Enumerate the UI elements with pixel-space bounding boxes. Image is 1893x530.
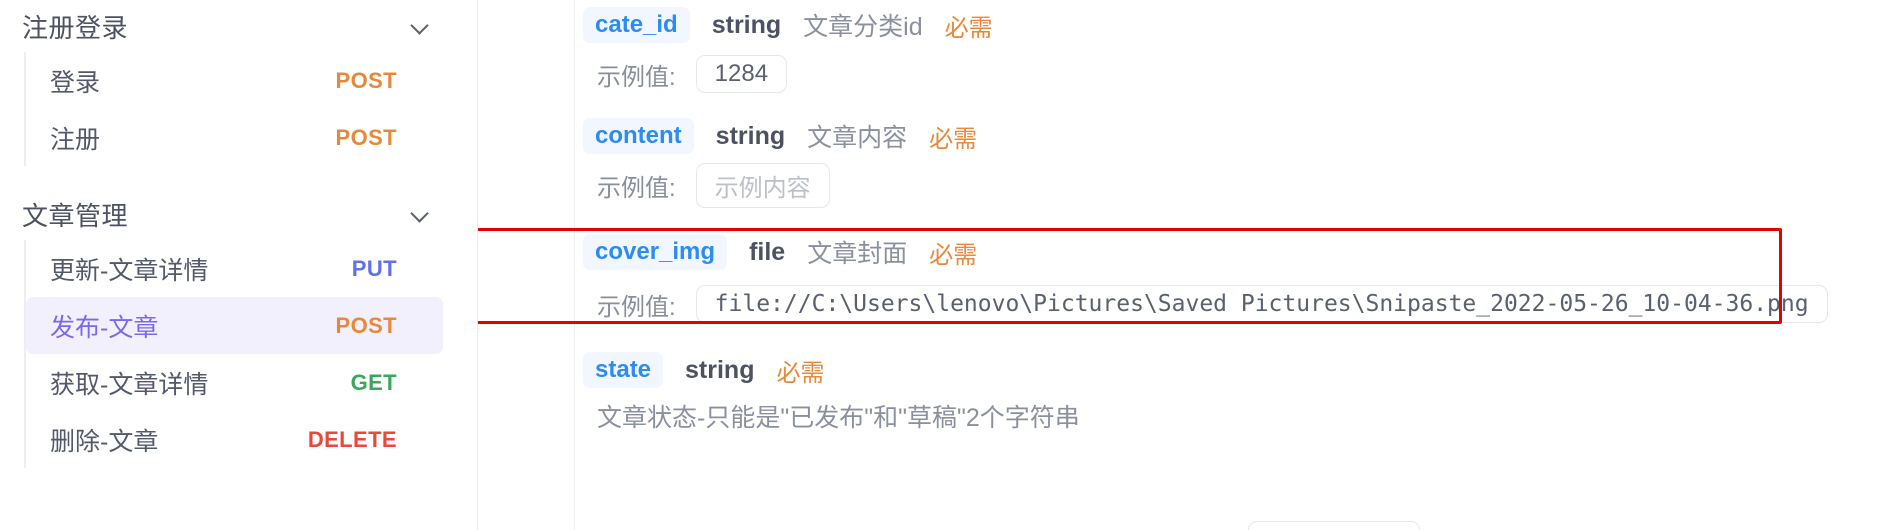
sidebar-item-label: 发布-文章	[50, 313, 159, 342]
http-method-badge: PUT	[351, 255, 397, 281]
parameter-description: 文章封面	[807, 240, 908, 268]
parameter-required-badge: 必需	[776, 359, 825, 387]
example-value-label: 示例值:	[597, 63, 676, 91]
sidebar-item-delete-article[interactable]: 删除-文章 DELETE	[26, 411, 443, 468]
nav-group-article-management: 文章管理 更新-文章详情 PUT 发布-文章 POST 获取-文章详情 GET …	[0, 188, 477, 468]
nav-group-header-register-login[interactable]: 注册登录	[0, 0, 477, 52]
nav-group-title: 注册登录	[22, 12, 129, 43]
example-value-label: 示例值:	[597, 174, 676, 202]
example-value-field-partial[interactable]	[1248, 521, 1420, 530]
http-method-badge: DELETE	[307, 426, 397, 452]
sidebar-item-label: 获取-文章详情	[50, 370, 209, 399]
parameter-type: string	[711, 10, 782, 39]
sidebar-item-login[interactable]: 登录 POST	[26, 52, 443, 109]
parameter-name-chip[interactable]: cate_id	[583, 7, 690, 43]
sidebar-item-label: 删除-文章	[50, 427, 159, 456]
parameter-list: cate_id string 文章分类id 必需 示例值: 1284 conte…	[575, 0, 1893, 441]
parameter-description: 文章分类id	[803, 13, 923, 41]
nav-group-title: 文章管理	[22, 200, 129, 231]
sidebar-item-label: 更新-文章详情	[50, 256, 209, 285]
parameter-name-chip[interactable]: state	[583, 352, 664, 388]
parameter-note: 文章状态-只能是"已发布"和"草稿"2个字符串	[597, 404, 1080, 432]
example-value-field[interactable]: 示例内容	[695, 162, 830, 208]
parameter-required-badge: 必需	[929, 125, 978, 153]
parameter-name-chip[interactable]: cover_img	[583, 234, 728, 270]
parameter-header: content string 文章内容 必需	[575, 111, 1893, 161]
nav-group-children-article-management: 更新-文章详情 PUT 发布-文章 POST 获取-文章详情 GET 删除-文章…	[24, 240, 477, 468]
parameter-example-row: 示例值: file://C:\Users\lenovo\Pictures\Sav…	[575, 279, 1893, 329]
http-method-badge: POST	[335, 67, 397, 93]
sidebar-item-update-article-detail[interactable]: 更新-文章详情 PUT	[26, 240, 443, 297]
sidebar-item-label: 注册	[50, 125, 101, 154]
parameter-type: string	[685, 355, 755, 384]
http-method-badge: POST	[335, 124, 397, 150]
example-value-label: 示例值:	[597, 293, 676, 321]
nav-group-header-article-management[interactable]: 文章管理	[0, 188, 477, 240]
parameter-header: cate_id string 文章分类id 必需	[575, 0, 1893, 50]
parameter-required-badge: 必需	[929, 241, 978, 269]
parameter-name-chip[interactable]: content	[583, 118, 694, 154]
sidebar-item-get-article-detail[interactable]: 获取-文章详情 GET	[26, 354, 443, 411]
api-doc-screen: 注册登录 登录 POST 注册 POST 文章管理 更新-文章详情 PUT 发布…	[0, 0, 1893, 530]
nav-group-children-register-login: 登录 POST 注册 POST	[24, 52, 477, 166]
parameter-description: 文章内容	[807, 124, 908, 152]
parameter-detail-panel: cate_id string 文章分类id 必需 示例值: 1284 conte…	[478, 0, 1893, 530]
http-method-badge: GET	[350, 369, 397, 395]
chevron-down-icon[interactable]	[411, 16, 431, 36]
sidebar-item-label: 登录	[50, 68, 101, 97]
example-value-field[interactable]: file://C:\Users\lenovo\Pictures\Saved Pi…	[695, 285, 1828, 323]
sidebar-item-register[interactable]: 注册 POST	[26, 109, 443, 166]
sidebar-item-publish-article[interactable]: 发布-文章 POST	[26, 297, 443, 354]
parameter-type: file	[749, 237, 786, 266]
parameter-row-cate-id: cate_id string 文章分类id 必需 示例值: 1284	[575, 0, 1893, 98]
parameter-header: cover_img file 文章封面 必需	[575, 225, 1893, 279]
parameter-row-state: state string 必需 文章状态-只能是"已发布"和"草稿"2个字符串	[575, 345, 1893, 441]
chevron-down-icon[interactable]	[411, 204, 431, 224]
parameter-example-row: 示例值: 1284	[575, 50, 1893, 98]
example-value-field[interactable]: 1284	[695, 55, 788, 93]
http-method-badge: POST	[335, 312, 397, 338]
parameter-row-cover-img: cover_img file 文章封面 必需 示例值: file://C:\Us…	[575, 225, 1893, 329]
parameter-row-content: content string 文章内容 必需 示例值: 示例内容	[575, 111, 1893, 209]
parameter-header: state string 必需	[575, 345, 1893, 395]
nav-group-register-login: 注册登录 登录 POST 注册 POST	[0, 0, 477, 166]
api-sidebar: 注册登录 登录 POST 注册 POST 文章管理 更新-文章详情 PUT 发布…	[0, 0, 478, 530]
parameter-type: string	[715, 121, 786, 150]
parameter-example-row: 示例值: 示例内容	[575, 161, 1893, 209]
parameter-required-badge: 必需	[944, 14, 993, 42]
